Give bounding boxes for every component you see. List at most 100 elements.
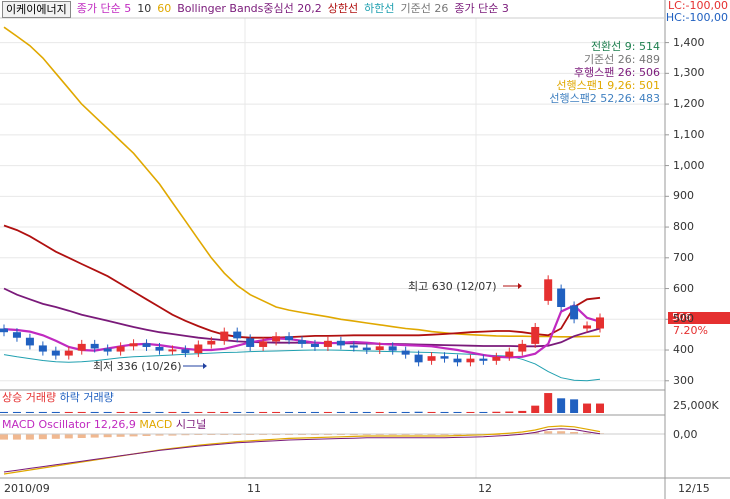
y-tick-label: 1,100	[673, 127, 705, 141]
volume-bar	[64, 411, 73, 413]
volume-bar	[570, 399, 579, 413]
volume-bar	[181, 411, 190, 413]
volume-bar	[427, 411, 436, 413]
candle	[414, 354, 423, 363]
volume-bar	[77, 411, 86, 413]
y-tick-label: 300	[673, 373, 694, 387]
stock-name[interactable]: 이케이에너지	[2, 1, 71, 18]
macd-osc-legend: MACD Oscillator 12,26,9	[2, 418, 136, 431]
volume-bar	[401, 411, 410, 413]
volume-bar	[453, 411, 462, 413]
volume-down-legend: 하락 거래량	[59, 391, 114, 404]
candle	[142, 343, 151, 347]
y-tick-label: 600	[673, 281, 694, 295]
y-tick-label: 1,400	[673, 35, 705, 49]
candle	[583, 325, 592, 329]
candle	[272, 336, 281, 342]
volume-bar	[51, 411, 60, 413]
volume-bar	[155, 411, 164, 413]
y-tick-label: 1,300	[673, 66, 705, 80]
ma-legend: 종가 단순 5	[76, 2, 132, 15]
bollinger-legend: Bollinger Bands중심선 20,2	[177, 2, 322, 15]
volume-bar	[194, 411, 203, 413]
volume-bar	[233, 411, 242, 413]
candle	[155, 346, 164, 351]
candle	[207, 340, 216, 345]
low-annotation: 최저 336 (10/26)	[93, 360, 182, 373]
indicator-legend: 이케이에너지 종가 단순 5 10 60 Bollinger Bands중심선 …	[0, 0, 667, 18]
volume-bar	[103, 411, 112, 413]
candle	[64, 350, 73, 356]
volume-bar	[323, 411, 332, 413]
limit-labels: LC:-100,00 HC:-100,00	[666, 0, 728, 24]
macd-signal-legend: 시그널	[175, 418, 207, 431]
date-label-0: 2010/09	[4, 482, 50, 495]
candle	[168, 349, 177, 352]
candle	[479, 358, 488, 361]
candle	[544, 279, 553, 301]
volume-bar	[285, 411, 294, 413]
volume-bar	[116, 411, 125, 413]
candle	[220, 331, 229, 341]
volume-bar	[272, 411, 281, 413]
kijun-label: 기준선 26: 489	[583, 53, 660, 66]
candle	[38, 345, 47, 352]
volume-bar	[168, 411, 177, 413]
candle	[349, 345, 358, 348]
y-tick-label: 1,000	[673, 158, 705, 172]
macd-osc-bar	[25, 434, 34, 440]
candle	[440, 356, 449, 359]
macd-line-legend: MACD	[139, 418, 173, 431]
volume-bar	[414, 411, 423, 413]
volume-bar	[362, 411, 371, 413]
change-percent: 7.20%	[673, 324, 708, 337]
candle	[453, 358, 462, 363]
candle	[557, 288, 566, 307]
date-label-2: 12	[478, 482, 492, 495]
candle	[246, 338, 255, 347]
candle	[285, 336, 294, 341]
volume-bar	[246, 411, 255, 413]
volume-bar	[583, 403, 592, 413]
macd-legend: MACD Oscillator 12,26,9 MACD 시그널	[2, 418, 206, 432]
y-tick-label: 700	[673, 250, 694, 264]
candle	[492, 356, 501, 361]
volume-bar	[38, 411, 47, 413]
volume-bar	[142, 411, 151, 413]
candle	[375, 346, 384, 351]
y-tick-label: 800	[673, 220, 694, 234]
candle	[466, 358, 475, 363]
span1-label: 선행스팬1 9,26: 501	[556, 79, 660, 92]
volume-bar	[336, 411, 345, 413]
volume-bar	[90, 411, 99, 413]
candle	[570, 305, 579, 320]
candle	[233, 331, 242, 339]
candle	[531, 326, 540, 344]
volume-bar	[220, 411, 229, 413]
volume-bar	[466, 411, 475, 413]
y-tick-label: 1,200	[673, 97, 705, 111]
volume-bar	[129, 411, 138, 413]
macd-osc-bar	[51, 434, 60, 439]
candle	[90, 343, 99, 349]
date-label-3: 12/15	[678, 482, 710, 495]
candle	[596, 317, 604, 329]
span2-label: 선행스팬2 52,26: 483	[549, 92, 660, 105]
volume-bar	[479, 411, 488, 413]
volume-bar	[596, 403, 604, 413]
candle	[103, 348, 112, 352]
hc-label: HC:-100,00	[665, 11, 728, 24]
lower-band-legend: 하한선	[364, 2, 395, 15]
macd-osc-bar	[38, 434, 47, 440]
ma60-legend: 60	[157, 2, 172, 15]
volume-bar	[375, 411, 384, 413]
volume-legend: 상승 거래량 하락 거래량	[2, 391, 114, 405]
volume-bar	[518, 410, 527, 413]
candle	[310, 343, 319, 347]
candle	[181, 349, 190, 354]
candle	[0, 328, 8, 333]
candle	[505, 351, 514, 357]
candle	[388, 346, 397, 351]
y-tick-label: 500	[673, 312, 694, 326]
volume-bar	[440, 411, 449, 413]
